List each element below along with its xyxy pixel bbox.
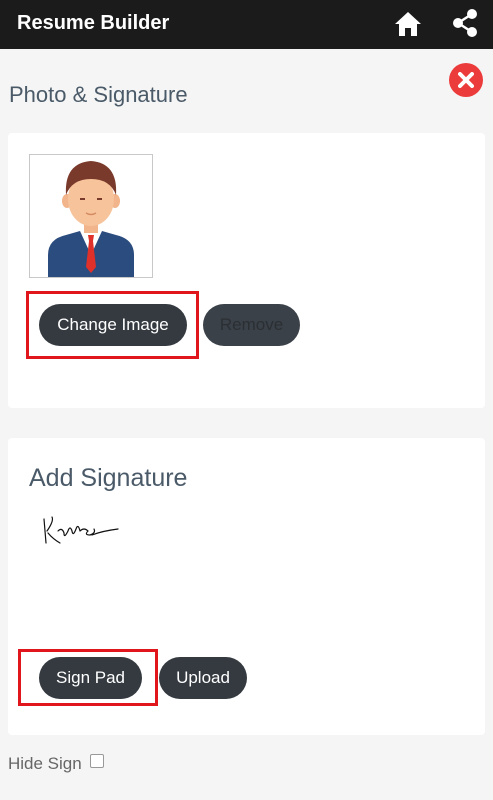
upload-button[interactable]: Upload bbox=[159, 657, 247, 699]
signature-heading: Add Signature bbox=[29, 464, 188, 492]
page-title: Photo & Signature bbox=[9, 82, 188, 107]
close-icon bbox=[458, 72, 474, 88]
app-title: Resume Builder bbox=[17, 12, 170, 34]
signature-card: Add Signature Sign Pad Upload bbox=[8, 438, 485, 735]
sign-pad-button[interactable]: Sign Pad bbox=[39, 657, 142, 699]
change-image-button[interactable]: Change Image bbox=[39, 304, 187, 346]
signature-image bbox=[43, 516, 119, 544]
close-button[interactable] bbox=[449, 63, 483, 97]
home-icon bbox=[395, 12, 421, 36]
share-icon bbox=[453, 9, 477, 37]
remove-button[interactable]: Remove bbox=[203, 304, 300, 346]
hide-sign-label[interactable]: Hide Sign bbox=[8, 754, 82, 774]
person-avatar-icon bbox=[48, 161, 134, 277]
home-button[interactable] bbox=[392, 8, 424, 40]
share-button[interactable] bbox=[449, 7, 481, 39]
app-bar: Resume Builder bbox=[0, 0, 493, 49]
photo-card: Change Image Remove bbox=[8, 133, 485, 408]
profile-photo bbox=[29, 154, 153, 278]
hide-sign-checkbox[interactable] bbox=[90, 754, 104, 768]
